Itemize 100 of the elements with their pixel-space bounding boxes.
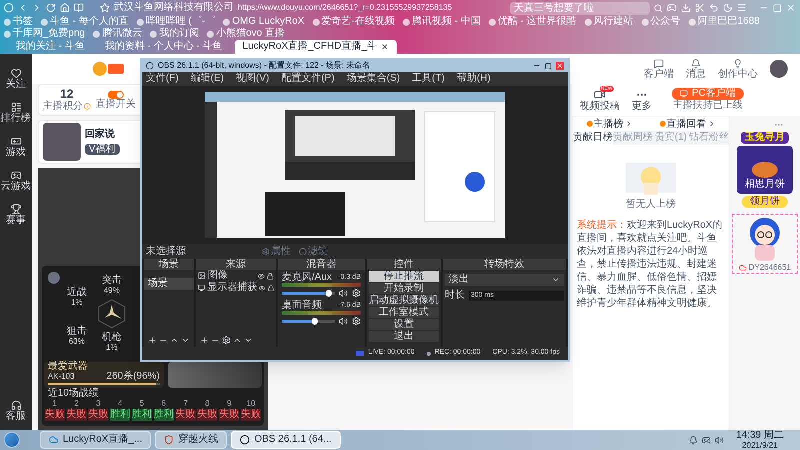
rank-tab[interactable]: 贡献日榜 bbox=[573, 131, 613, 145]
rank-link[interactable]: 直播回看 bbox=[660, 118, 716, 130]
mooncake-drawing bbox=[750, 159, 780, 179]
eye-icon[interactable] bbox=[258, 272, 265, 280]
toggle-icon[interactable] bbox=[108, 90, 124, 98]
nav-item[interactable]: 排行榜 bbox=[1, 102, 31, 124]
stat-value: 1% bbox=[106, 343, 118, 352]
control-button[interactable]: 工作室模式 bbox=[369, 307, 439, 318]
bell-icon bbox=[691, 58, 701, 68]
refresh-icon[interactable] bbox=[46, 3, 56, 13]
bookmark-item[interactable]: OMG LuckyRoX bbox=[223, 16, 305, 28]
nav-item[interactable]: 云游戏 bbox=[1, 170, 31, 192]
bookmark-star-icon[interactable] bbox=[100, 3, 110, 13]
add-icon[interactable] bbox=[148, 336, 157, 345]
promo-button[interactable]: 领月饼 bbox=[742, 196, 788, 208]
control-button[interactable]: 开始录制 bbox=[369, 283, 439, 294]
gear-icon[interactable] bbox=[222, 336, 231, 345]
volume-icon[interactable] bbox=[715, 436, 724, 444]
add-icon[interactable] bbox=[200, 336, 209, 345]
scene-item[interactable]: 场景 bbox=[144, 278, 194, 290]
match-result: 胜利 bbox=[110, 409, 130, 421]
reader-icon[interactable] bbox=[74, 3, 84, 13]
control-button[interactable]: 启动虚拟摄像机 bbox=[369, 295, 439, 306]
promo-title: 玉兔寻月 bbox=[741, 132, 789, 144]
control-button[interactable]: 设置 bbox=[369, 319, 439, 330]
close-icon[interactable] bbox=[556, 62, 564, 70]
promo-item: 相思月饼 bbox=[745, 179, 785, 190]
home-icon[interactable] bbox=[60, 3, 70, 13]
rank-link[interactable]: 主播榜 bbox=[586, 118, 632, 130]
source-item[interactable]: 显示器捕获 bbox=[196, 282, 276, 294]
up-icon[interactable] bbox=[170, 336, 179, 345]
score-label: 主播积分 bbox=[43, 101, 83, 112]
bookmark-item[interactable]: 小熊猫ovo 直播 bbox=[207, 28, 286, 40]
address-url[interactable]: https://www.douyu.com/2646651?_r=0.23155529937258135 bbox=[238, 2, 452, 14]
player-avatar bbox=[48, 272, 60, 284]
menu-item[interactable]: 文件(F) bbox=[146, 73, 179, 85]
lock-icon[interactable] bbox=[267, 272, 274, 280]
taskbar-button[interactable]: 穿越火线 bbox=[155, 431, 228, 449]
slider-thumb[interactable] bbox=[312, 318, 318, 325]
source-item[interactable]: 图像 bbox=[196, 270, 276, 282]
tray-icon bbox=[689, 436, 698, 444]
info-icon bbox=[84, 103, 91, 110]
quick-link[interactable]: 更多 bbox=[632, 88, 652, 112]
bookmark-item[interactable]: 哔哩哔哩 (゜-゜ bbox=[136, 16, 216, 28]
stat-label: 狙击 bbox=[67, 327, 87, 337]
gear-icon[interactable] bbox=[352, 289, 361, 298]
lock-icon[interactable] bbox=[268, 284, 274, 292]
search-icon[interactable] bbox=[654, 4, 663, 12]
transition-select[interactable]: 淡出 bbox=[445, 274, 564, 286]
header-link[interactable]: 消息 bbox=[686, 58, 706, 80]
menu-item[interactable]: 配置文件(P) bbox=[281, 73, 335, 85]
pc-client-note: 主播扶持已上线 bbox=[672, 100, 743, 112]
slider-thumb[interactable] bbox=[326, 290, 332, 297]
gear-icon[interactable] bbox=[352, 317, 361, 326]
taskbar-button[interactable]: OBS 26.1.1 (64... bbox=[231, 431, 341, 449]
dock-title: 来源 bbox=[196, 259, 276, 270]
trophy-icon bbox=[10, 204, 22, 215]
bookmark-item[interactable]: 腾讯视频 - 中国 bbox=[402, 16, 481, 28]
nav-item[interactable]: 赛事 bbox=[6, 204, 26, 226]
eye-icon[interactable] bbox=[259, 284, 266, 292]
menu-item[interactable]: 帮助(H) bbox=[456, 73, 491, 85]
favicon-icon bbox=[207, 30, 214, 38]
up-icon[interactable] bbox=[233, 336, 242, 345]
header-link[interactable]: 客户端 bbox=[644, 58, 674, 80]
score-value: 12 bbox=[60, 88, 74, 101]
down-icon[interactable] bbox=[181, 336, 190, 345]
menu-item[interactable]: 编辑(E) bbox=[190, 73, 224, 85]
bookmark-item[interactable]: 我的订阅 bbox=[150, 28, 200, 40]
control-button[interactable]: 退出 bbox=[369, 331, 439, 342]
menu-item[interactable]: 视图(V) bbox=[236, 73, 270, 85]
maximize-icon[interactable] bbox=[545, 62, 552, 70]
speaker-icon[interactable] bbox=[339, 289, 348, 298]
match-number: 6 bbox=[162, 399, 166, 408]
match-number: 9 bbox=[227, 399, 232, 408]
menu-item[interactable]: 场景集合(S) bbox=[346, 73, 400, 85]
browser-tab[interactable]: LuckyRoX直播_CFHD直播_斗 bbox=[234, 40, 398, 54]
user-avatar[interactable] bbox=[770, 60, 788, 78]
taskbar-button[interactable]: LuckyRoX直播_... bbox=[40, 431, 152, 449]
nav-item[interactable]: 关注 bbox=[6, 68, 26, 90]
dock-title: 场景 bbox=[144, 259, 194, 270]
volume-slider[interactable] bbox=[282, 320, 335, 323]
match-number: 10 bbox=[246, 399, 256, 408]
down-icon[interactable] bbox=[244, 336, 253, 345]
nav-item[interactable]: 客服 bbox=[6, 400, 26, 422]
tab-close-icon[interactable] bbox=[381, 43, 390, 51]
speaker-icon[interactable] bbox=[339, 317, 348, 326]
bookmark-item[interactable]: 爱奇艺-在线视频 bbox=[312, 16, 395, 28]
dock-title: 转场特效 bbox=[443, 259, 566, 270]
shield-icon bbox=[164, 435, 174, 445]
match-number: 3 bbox=[96, 399, 101, 408]
clock-time: 14:39 周二 bbox=[736, 430, 784, 440]
favicon-icon bbox=[688, 18, 696, 26]
browser-tab[interactable]: 我的资料 - 个人中心 - 斗鱼 bbox=[96, 40, 231, 54]
start-button[interactable] bbox=[4, 432, 20, 448]
control-button[interactable]: 停止推流 bbox=[369, 271, 439, 282]
nav-item[interactable]: 游戏 bbox=[6, 136, 26, 158]
favicon-icon bbox=[41, 18, 48, 26]
menu-item[interactable]: 工具(T) bbox=[412, 73, 445, 85]
header-link[interactable]: 创作中心 bbox=[718, 58, 758, 80]
favicon-icon bbox=[584, 18, 592, 26]
